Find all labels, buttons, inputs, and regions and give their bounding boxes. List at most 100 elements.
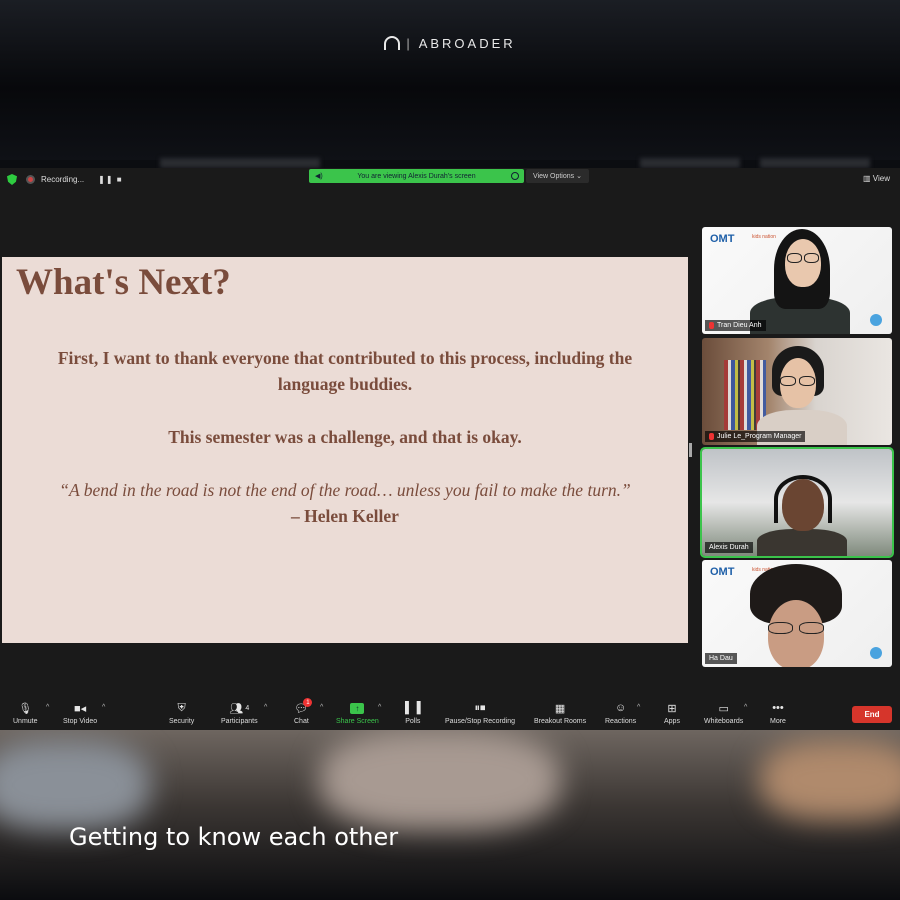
participant-tile[interactable]: OMT kids nation Ha Dau xyxy=(702,560,892,667)
slide-paragraph-1-line-2: language buddies. xyxy=(277,374,413,394)
participant-tile-active-speaker[interactable]: Alexis Durah xyxy=(700,447,894,558)
end-meeting-button[interactable]: End xyxy=(852,706,892,723)
reactions-label: Reactions xyxy=(605,718,637,725)
participant-name: Julie Le_Program Manager xyxy=(717,433,802,440)
chevron-up-icon[interactable]: ^ xyxy=(264,704,267,711)
participant-tile[interactable]: OMT kids nation Tran Dieu Anh xyxy=(702,227,892,334)
mic-muted-icon xyxy=(709,433,714,440)
whiteboard-icon: ▭ xyxy=(718,702,729,715)
chevron-up-icon[interactable]: ^ xyxy=(637,704,640,711)
kids-logo: kids nation xyxy=(752,234,776,240)
security-button[interactable]: ⛨ Security xyxy=(169,701,195,726)
zoom-top-bar: Recording... ❚❚ ■ ◀) You are viewing Ale… xyxy=(0,168,900,190)
bottom-band: Getting to know each other xyxy=(0,730,900,900)
glasses xyxy=(787,253,802,263)
globe-icon xyxy=(870,647,882,659)
participants-button[interactable]: 👥︎ 4 Participants xyxy=(221,701,258,726)
more-dots-icon: ••• xyxy=(772,702,784,714)
slide-title: What's Next? xyxy=(16,262,231,303)
security-label: Security xyxy=(169,718,195,725)
chevron-up-icon[interactable]: ^ xyxy=(744,704,747,711)
stop-video-button[interactable]: ■◂ Stop Video xyxy=(63,701,98,726)
unmute-button[interactable]: 🎙︎ Unmute xyxy=(13,701,38,726)
brand-mark-icon xyxy=(384,36,401,50)
glasses xyxy=(799,622,824,634)
blurred-background xyxy=(0,740,150,830)
zoom-window: Recording... ❚❚ ■ ◀) You are viewing Ale… xyxy=(0,168,900,730)
pause-stop-recording-button[interactable]: ⏸⏹ Pause/Stop Recording xyxy=(445,701,516,726)
video-camera-icon: ■◂ xyxy=(73,702,87,715)
breakout-rooms-label: Breakout Rooms xyxy=(534,718,587,725)
polls-button[interactable]: ▌▐ Polls xyxy=(405,701,421,725)
breakout-rooms-button[interactable]: ▦ Breakout Rooms xyxy=(534,701,587,726)
chevron-up-icon[interactable]: ^ xyxy=(320,704,323,711)
participant-name: Ha Dau xyxy=(709,655,733,662)
participant-name: Tran Dieu Anh xyxy=(717,322,762,329)
chevron-up-icon[interactable]: ^ xyxy=(378,704,381,711)
shield-icon[interactable] xyxy=(7,174,17,185)
chevron-up-icon[interactable]: ^ xyxy=(46,704,49,711)
mic-off-icon: 🎙︎ xyxy=(18,702,33,715)
blurred-background xyxy=(320,730,560,830)
glasses xyxy=(768,622,793,634)
apps-button[interactable]: ⊞ Apps xyxy=(664,701,680,726)
grid-icon: ▦ xyxy=(554,702,566,715)
view-label: View xyxy=(872,174,890,183)
globe-icon xyxy=(870,314,882,326)
blurred-strip xyxy=(760,158,870,168)
banner-option-icon[interactable] xyxy=(511,172,519,180)
participant-body xyxy=(757,529,847,556)
video-caption: Getting to know each other xyxy=(69,823,399,851)
pause-stop-icon: ⏸⏹ xyxy=(474,701,486,714)
viewing-banner-text: You are viewing Alexis Durah's screen xyxy=(357,172,476,180)
recording-controls[interactable]: ❚❚ ■ xyxy=(98,175,122,184)
reactions-button[interactable]: ☺ Reactions xyxy=(605,701,636,725)
participant-tile[interactable]: Julie Le_Program Manager xyxy=(702,338,892,445)
view-button[interactable]: ▥ View xyxy=(863,174,890,183)
omt-logo: OMT xyxy=(710,233,735,245)
pane-splitter-handle[interactable] xyxy=(689,443,692,457)
recording-label: Recording... xyxy=(41,175,85,184)
slide-paragraph-2: This semester was a challenge, and that … xyxy=(168,427,522,447)
mic-muted-icon xyxy=(709,322,714,329)
participants-label: Participants xyxy=(221,718,258,725)
brand-logo: | ABROADER xyxy=(0,36,900,51)
share-screen-label: Share Screen xyxy=(336,718,379,725)
view-options-button[interactable]: View Options ⌄ xyxy=(526,169,589,183)
brand-name: ABROADER xyxy=(418,36,516,51)
smiley-icon: ☺ xyxy=(614,702,627,714)
pause-stop-recording-label: Pause/Stop Recording xyxy=(445,718,516,725)
participant-face xyxy=(782,479,824,531)
chat-badge: 1 xyxy=(303,698,313,707)
glasses xyxy=(799,376,815,386)
glasses xyxy=(804,253,819,263)
whiteboards-label: Whiteboards xyxy=(704,718,744,725)
share-screen-button[interactable]: ↑ Share Screen xyxy=(336,701,379,725)
blurred-background xyxy=(760,740,900,820)
top-band: | ABROADER xyxy=(0,0,900,160)
people-icon: 👥︎ 4 xyxy=(229,702,250,715)
more-label: More xyxy=(770,718,786,725)
chevron-up-icon[interactable]: ^ xyxy=(102,704,105,711)
polls-label: Polls xyxy=(405,718,421,725)
more-button[interactable]: ••• More xyxy=(770,701,786,725)
blurred-strip xyxy=(160,158,320,168)
slide-paragraph-1-line-1: First, I want to thank everyone that con… xyxy=(57,348,633,368)
omt-logo: OMT xyxy=(710,566,735,578)
apps-label: Apps xyxy=(664,718,680,725)
stop-video-label: Stop Video xyxy=(63,718,98,725)
slide-quote-author: – Helen Keller xyxy=(291,506,399,526)
whiteboards-button[interactable]: ▭ Whiteboards xyxy=(704,701,744,726)
participant-face xyxy=(785,239,821,287)
viewing-banner: ◀) You are viewing Alexis Durah's screen xyxy=(309,169,524,183)
recording-indicator: Recording... ❚❚ ■ xyxy=(26,172,123,187)
chat-button[interactable]: 💬︎ 1 Chat xyxy=(294,698,313,725)
participant-name: Alexis Durah xyxy=(709,544,749,551)
record-dot-icon xyxy=(26,175,35,184)
speaker-icon: ◀) xyxy=(315,173,323,180)
slide-quote: “A bend in the road is not the end of th… xyxy=(59,480,631,500)
participant-name-tag: Julie Le_Program Manager xyxy=(705,431,806,442)
bar-chart-icon: ▌▐ xyxy=(405,702,421,714)
chat-label: Chat xyxy=(294,718,309,725)
meeting-toolbar: 🎙︎ Unmute ^ ■◂ Stop Video ^ ⛨ Security 👥… xyxy=(0,698,900,730)
